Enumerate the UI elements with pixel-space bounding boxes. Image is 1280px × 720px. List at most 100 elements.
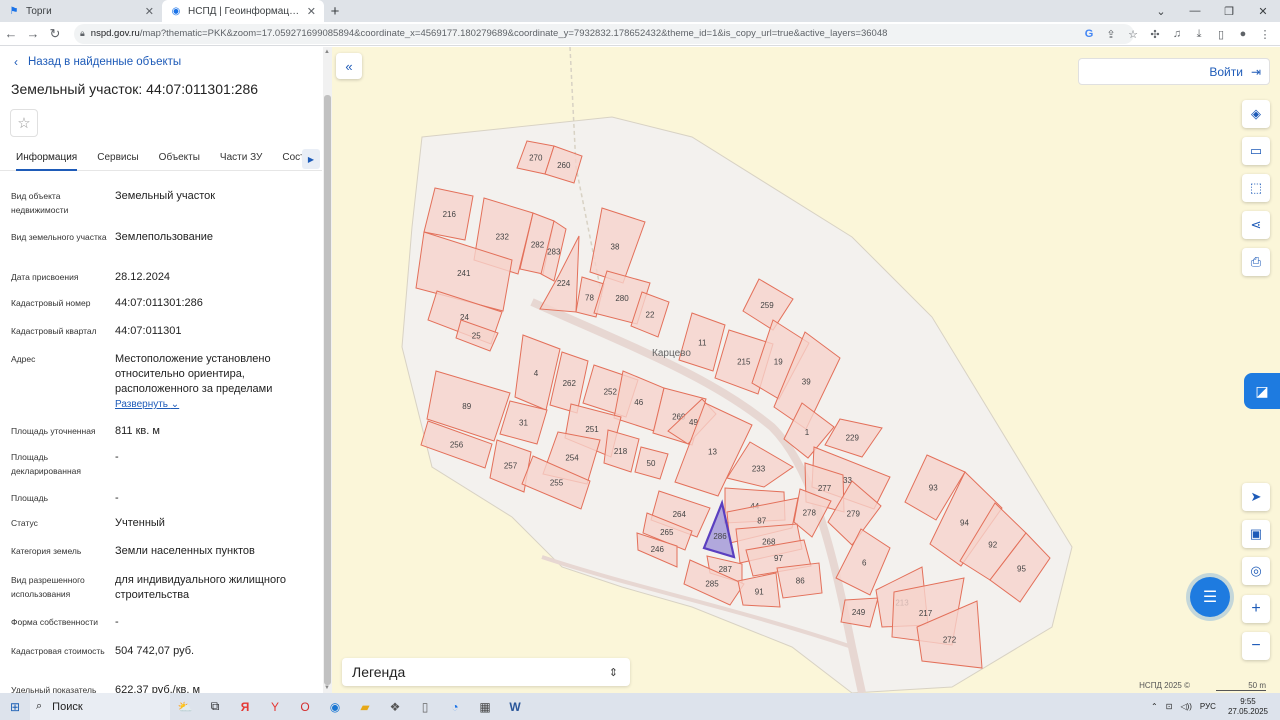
parcel-number: 78: [585, 294, 594, 303]
language-indicator[interactable]: РУС: [1200, 702, 1216, 711]
parcel-number: 278: [803, 508, 817, 517]
reload-button[interactable]: ↻: [44, 23, 66, 45]
zoom-in-button[interactable]: +: [1242, 595, 1270, 623]
property-value: -: [115, 492, 119, 504]
windows-start-icon[interactable]: ⊞: [0, 693, 30, 720]
maximize-button[interactable]: ❐: [1212, 0, 1246, 22]
parcel-number: 279: [847, 510, 861, 519]
task-view-icon[interactable]: ⧉: [200, 693, 230, 720]
parcel-number: 264: [673, 510, 687, 519]
parcel-number: 254: [565, 454, 579, 463]
ruler-icon[interactable]: ▭: [1242, 137, 1270, 165]
profile-icon[interactable]: ●: [1232, 23, 1254, 45]
map-canvas[interactable]: 2702602162322822833822424178 28024 2225925…: [332, 47, 1280, 693]
taskbar-search[interactable]: ⌕ Поиск: [30, 693, 170, 720]
geolocation-icon[interactable]: ◎: [1242, 557, 1270, 585]
browser-tab-nspd[interactable]: ◉ НСПД | Геоинформационный п ✕: [162, 0, 324, 22]
parcel-number: 260: [557, 161, 571, 170]
chevron-down-icon[interactable]: ⌄: [1144, 0, 1178, 22]
edge-icon[interactable]: ◉: [320, 693, 350, 720]
property-label: Форма собственности: [11, 617, 98, 627]
share-icon[interactable]: ⇪: [1100, 23, 1122, 45]
property-label: Кадастровый квартал: [11, 326, 97, 336]
tab-parts[interactable]: Части ЗУ: [220, 147, 262, 171]
weather-icon[interactable]: ⛅: [170, 693, 200, 720]
expand-link[interactable]: Развернуть ⌄: [115, 399, 179, 410]
close-window-button[interactable]: ✕: [1246, 0, 1280, 22]
search-label: Поиск: [52, 700, 83, 713]
parcel-number: 229: [846, 433, 860, 442]
sidepanel-icon[interactable]: ▯: [1210, 23, 1232, 45]
media-icon[interactable]: ♫: [1166, 23, 1188, 45]
favorite-star-icon[interactable]: ☆: [10, 109, 38, 137]
parcel-number: 282: [531, 240, 545, 249]
download-icon[interactable]: ⤓: [1188, 23, 1210, 45]
legend-dropdown[interactable]: Легенда ⇕: [342, 658, 630, 686]
login-button[interactable]: Войти ⇥: [1078, 58, 1270, 85]
notepad-icon[interactable]: ▯: [410, 693, 440, 720]
new-tab-button[interactable]: +: [324, 0, 346, 22]
yandex-icon[interactable]: Я: [230, 693, 260, 720]
layers-icon[interactable]: ◈: [1242, 100, 1270, 128]
volume-icon[interactable]: ◁)): [1180, 702, 1191, 711]
lock-icon: 🔒︎: [80, 28, 85, 38]
back-button[interactable]: ←: [0, 23, 22, 45]
parcel-number: 93: [929, 483, 938, 492]
select-area-tool: ⬚: [1242, 174, 1270, 202]
parcel-number: 1: [805, 428, 810, 437]
tab-information[interactable]: Информация: [16, 147, 78, 171]
parcel-number: 39: [802, 378, 811, 387]
parcel-number: 87: [757, 516, 766, 525]
chevron-up-icon[interactable]: ⌃: [1151, 702, 1158, 711]
tab-services[interactable]: Сервисы: [97, 147, 138, 171]
collapse-panel-button[interactable]: «: [336, 53, 362, 79]
close-icon[interactable]: ✕: [307, 5, 316, 18]
file-explorer-icon[interactable]: ▰: [350, 693, 380, 720]
service-badge-icon[interactable]: ◪: [1244, 373, 1280, 409]
share-icon[interactable]: ⋖: [1242, 211, 1270, 239]
app-icon[interactable]: ❖: [380, 693, 410, 720]
browser-toolbar: G ⇪ ☆ ✣ ♫ ⤓ ▯ ● ⋮: [1078, 22, 1276, 46]
back-to-results-link[interactable]: ‹ Назад в найденные объекты: [14, 55, 181, 69]
chat-icon[interactable]: ☰: [1190, 577, 1230, 617]
property-value: 504 742,07 руб.: [115, 645, 195, 657]
bookmark-star-icon[interactable]: ☆: [1122, 23, 1144, 45]
tabs-scroll-right-icon[interactable]: ▶: [302, 149, 320, 169]
zoom-out-button[interactable]: −: [1242, 632, 1270, 660]
word-icon[interactable]: W: [500, 693, 530, 720]
select-area-icon[interactable]: ⬚: [1242, 174, 1270, 202]
network-icon[interactable]: ⊡: [1166, 702, 1173, 711]
scroll-up-icon[interactable]: ▲: [324, 49, 330, 55]
yandex-browser-icon[interactable]: Y: [260, 693, 290, 720]
basemap-icon[interactable]: ▣: [1242, 520, 1270, 548]
close-icon[interactable]: ✕: [145, 5, 154, 18]
menu-icon[interactable]: ⋮: [1254, 23, 1276, 45]
measure-tool: ▭: [1242, 137, 1270, 165]
browser-tab-torgi[interactable]: ⚑ Торги ✕: [0, 0, 162, 22]
login-icon: ⇥: [1250, 64, 1261, 79]
google-icon[interactable]: G: [1078, 23, 1100, 45]
login-label: Войти: [1209, 64, 1243, 79]
back-link-label: Назад в найденные объекты: [28, 56, 182, 68]
url-input[interactable]: 🔒︎ nspd.gov.ru/map?thematic=PKK&zoom=17.…: [74, 23, 1134, 44]
scrollbar-thumb[interactable]: [324, 95, 331, 685]
forward-button[interactable]: →: [22, 23, 44, 45]
extensions-icon[interactable]: ✣: [1144, 23, 1166, 45]
address-text: Местоположение установлено относительно …: [115, 353, 273, 395]
chrome-icon[interactable]: ◔: [440, 693, 470, 720]
property-value: 622,37 руб./кв. м: [115, 684, 201, 693]
opera-icon[interactable]: O: [290, 693, 320, 720]
time: 9:55: [1240, 696, 1256, 706]
cadastral-map[interactable]: 270 260 216 232 282 283 38 224 241 78 280 24 22 259 25…: [332, 47, 1280, 693]
clock[interactable]: 9:55 27.05.2025: [1224, 697, 1272, 717]
page-title: Земельный участок: 44:07:011301:286: [11, 81, 259, 97]
tab-objects[interactable]: Объекты: [159, 147, 200, 171]
minimize-button[interactable]: —: [1178, 0, 1212, 22]
navigation-arrow-icon[interactable]: ➤: [1242, 483, 1270, 511]
image-viewer-icon[interactable]: ▦: [470, 693, 500, 720]
system-tray: ⌃ ⊡ ◁)) РУС 9:55 27.05.2025: [1147, 693, 1280, 720]
print-icon[interactable]: ⎙: [1242, 248, 1270, 276]
property-label: Дата присвоения: [11, 272, 79, 282]
panel-scrollbar[interactable]: ▲ ▼: [323, 47, 332, 693]
scroll-down-icon[interactable]: ▼: [324, 685, 330, 691]
